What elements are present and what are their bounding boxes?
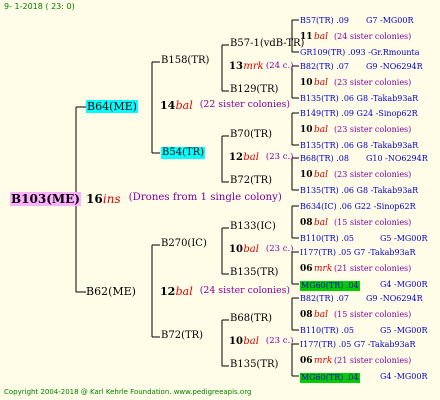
gen3-node: B57-1(vdB-TR): [230, 38, 305, 49]
gen4-node: I177(TR) .05 G7 -Takab93aR: [300, 248, 416, 257]
gen2-node: B158(TR): [161, 55, 210, 66]
gen4-right-bottom: G4 -MG00R: [380, 280, 428, 289]
gen3-node: B68(TR): [230, 313, 273, 324]
colony-number: 13: [229, 61, 243, 72]
gen3-node: B70(TR): [230, 129, 273, 140]
gen4-colony-tag: bal: [314, 125, 329, 135]
gen4-colony-number: 08: [300, 218, 313, 228]
header-timestamp: 9- 1-2018 ( 23: 0): [4, 2, 75, 11]
pedigree-frame: 9- 1-2018 ( 23: 0) Copyright 2004-2018 @ …: [0, 0, 440, 400]
gen4-node: B135(TR) .06 G8 -Takab93aR: [300, 186, 419, 195]
gen4-colony-tag: bal: [314, 32, 329, 42]
gen4-colony-number: 08: [300, 310, 313, 320]
gen4-node: B135(TR) .06 G8 -Takab93aR: [300, 94, 419, 103]
gen4-right-bottom: G5 -MG00R: [380, 326, 428, 335]
colony-tag: bal: [243, 244, 259, 255]
gen4-right-top: G9 -NO6294R: [366, 294, 423, 303]
gen4-colony-note: (15 sister colonies): [334, 218, 412, 227]
gen4-node: I177(TR) .05 G7 -Takab93aR: [300, 340, 416, 349]
gen4-node: MG60(TR) .04: [300, 281, 360, 291]
gen4-right-bottom: G4 -MG00R: [380, 372, 428, 381]
gen1-top-node: B64(ME): [86, 100, 138, 113]
colony-note: (24 c.): [265, 61, 294, 71]
gen4-node: B149(TR) .09 G24 -Sinop62R: [300, 109, 418, 118]
gen3-node: B72(TR): [230, 175, 273, 186]
gen4-colony-tag: bal: [314, 170, 329, 180]
gen1-bottom-node: B62(ME): [86, 285, 136, 298]
colony-number: 12: [160, 285, 176, 298]
gen4-colony-tag: mrk: [314, 356, 333, 366]
gen4-node: B82(TR) .07: [300, 294, 349, 303]
root-node: B103(ME): [10, 192, 81, 206]
gen4-node: B57(TR) .09: [300, 16, 349, 25]
gen4-colony-note: (15 sister colonies): [334, 310, 412, 319]
gen4-colony-number: 06: [300, 356, 313, 366]
colony-note: (23 c.): [265, 336, 294, 346]
gen4-colony-number: 10: [300, 78, 313, 88]
gen4-node: B68(TR) .08: [300, 154, 349, 163]
gen4-colony-number: 10: [300, 170, 313, 180]
colony-tag: bal: [175, 99, 193, 112]
gen4-node: B82(TR) .07: [300, 62, 349, 71]
gen2-node: B72(TR): [161, 330, 204, 341]
gen4-node: B634(IC) .06 G22 -Sinop62R: [300, 202, 416, 211]
gen4-colony-number: 10: [300, 125, 313, 135]
gen4-colony-note: (21 sister colonies): [334, 356, 412, 365]
colony-note: (22 sister colonies): [199, 99, 291, 110]
gen3-node: B133(IC): [230, 221, 276, 232]
colony-tag: ins: [102, 192, 121, 206]
gen4-colony-note: (23 sister colonies): [334, 170, 412, 179]
gen4-right-top: G9 -NO6294R: [366, 62, 423, 71]
gen4-colony-note: (21 sister colonies): [334, 264, 412, 273]
colony-tag: mrk: [243, 61, 264, 72]
gen4-colony-tag: bal: [314, 78, 329, 88]
colony-number: 16: [86, 192, 103, 206]
gen3-node: B135(TR): [230, 267, 279, 278]
gen4-node: B110(TR) .05: [300, 234, 355, 243]
colony-tag: bal: [243, 152, 259, 163]
gen4-right-top: G10 -NO6294R: [366, 154, 428, 163]
gen4-node: GR109(TR) .093 -Gr.Rmounta: [300, 48, 420, 57]
gen4-colony-note: (23 sister colonies): [334, 78, 412, 87]
gen4-right-bottom: G5 -MG00R: [380, 234, 428, 243]
gen3-node: B135(TR): [230, 359, 279, 370]
colony-note: (23 c.): [265, 152, 294, 162]
colony-number: 14: [160, 99, 176, 112]
gen4-colony-tag: bal: [314, 310, 329, 320]
gen2-node: B54(TR): [161, 147, 206, 159]
gen4-colony-tag: mrk: [314, 264, 333, 274]
colony-note: (24 sister colonies): [199, 285, 291, 296]
gen4-colony-number: 06: [300, 264, 313, 274]
gen3-node: B129(TR): [230, 84, 279, 95]
gen4-node: B110(TR) .05: [300, 326, 355, 335]
gen4-right-top: G7 -MG00R: [366, 16, 414, 25]
gen4-colony-tag: bal: [314, 218, 329, 228]
gen4-node: MG60(TR) .04: [300, 373, 360, 383]
gen4-colony-note: (23 sister colonies): [334, 125, 412, 134]
gen2-node: B270(IC): [161, 238, 207, 249]
colony-number: 10: [229, 244, 243, 255]
colony-number: 12: [229, 152, 243, 163]
colony-tag: bal: [243, 336, 259, 347]
gen4-colony-note: (24 sister colonies): [334, 32, 412, 41]
gen4-colony-number: 11: [300, 32, 313, 42]
colony-note: (Drones from 1 single colony): [128, 192, 282, 203]
footer-copyright: Copyright 2004-2018 @ Karl Kehrle Founda…: [4, 388, 252, 396]
colony-tag: bal: [175, 285, 193, 298]
colony-number: 10: [229, 336, 243, 347]
colony-note: (23 c.): [265, 244, 294, 254]
pedigree-chart: 9- 1-2018 ( 23: 0) Copyright 2004-2018 @ …: [0, 0, 440, 400]
gen4-node: B135(TR) .06 G8 -Takab93aR: [300, 141, 419, 150]
